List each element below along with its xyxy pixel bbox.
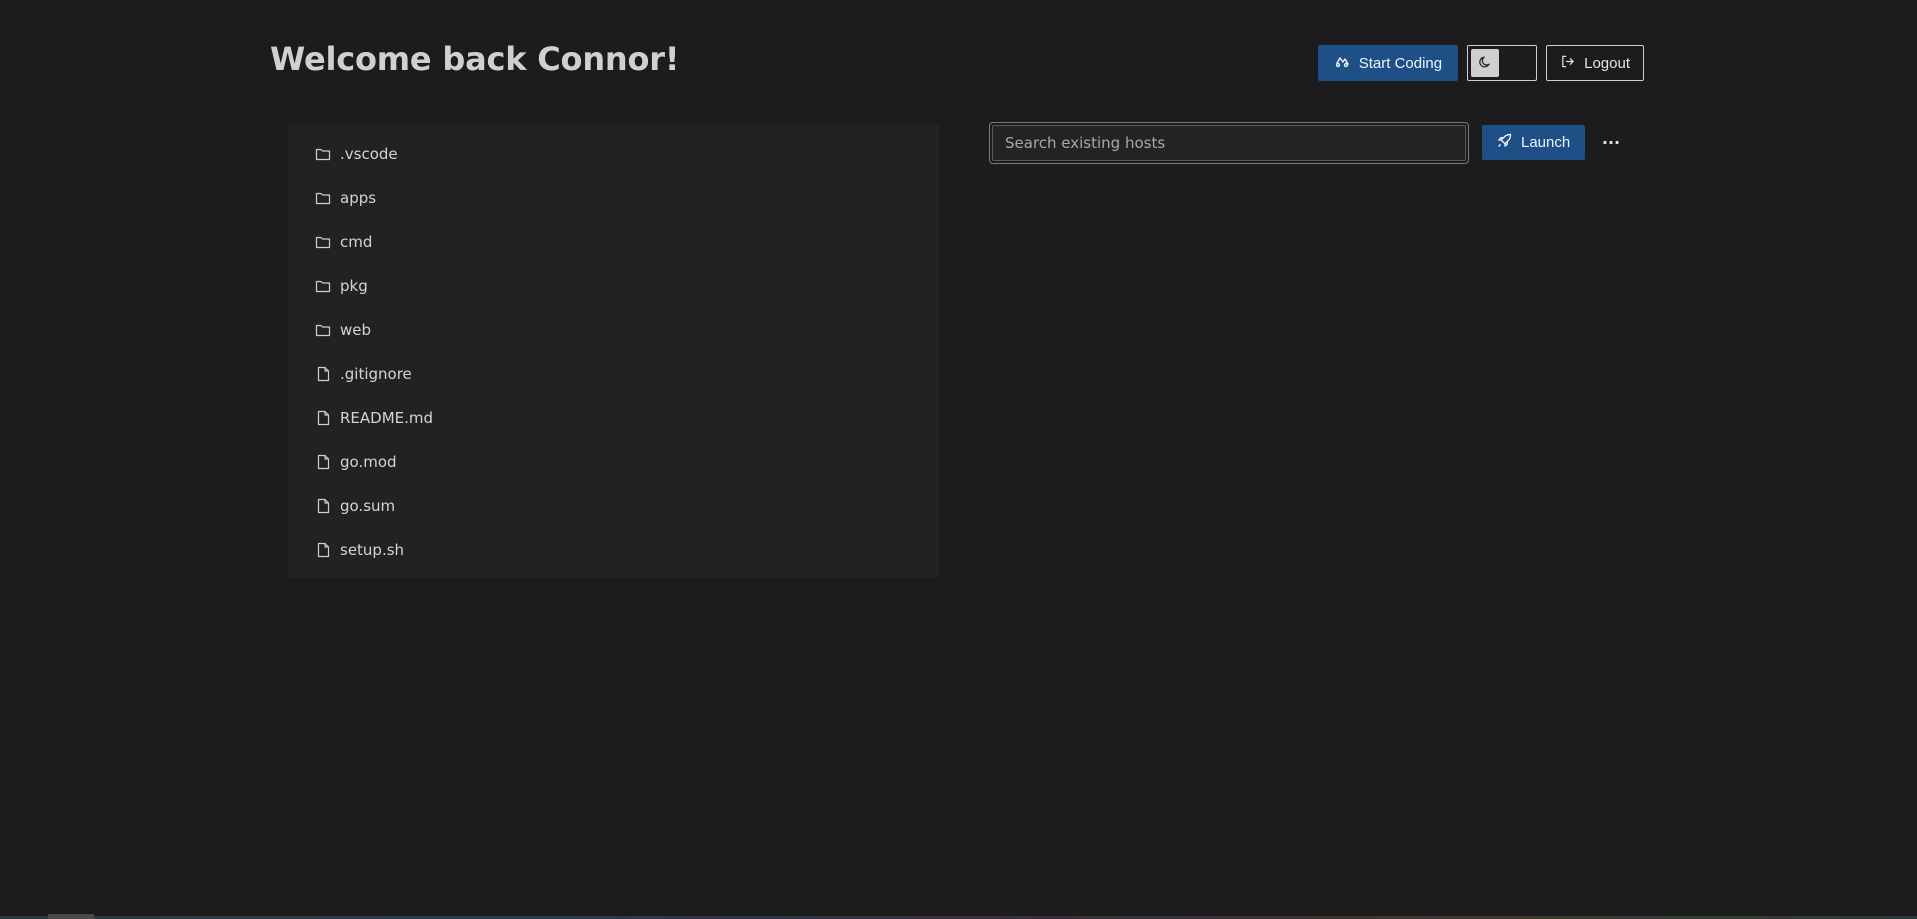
file-explorer: .vscode apps cmd pkg web .gitignore README.md g…: [288, 125, 939, 578]
file-name: .vscode: [340, 145, 398, 163]
file-row[interactable]: cmd: [288, 220, 939, 264]
file-name: README.md: [340, 409, 434, 427]
file-name: go.sum: [340, 497, 396, 515]
file-icon: [315, 366, 331, 382]
file-icon: [315, 498, 331, 514]
folder-icon: [315, 234, 331, 250]
file-row[interactable]: apps: [288, 176, 939, 220]
file-icon: [315, 542, 331, 558]
file-row[interactable]: pkg: [288, 264, 939, 308]
file-row[interactable]: go.sum: [288, 484, 939, 528]
code-hand-icon: [1334, 53, 1350, 73]
folder-icon: [315, 190, 331, 206]
moon-icon: [1478, 54, 1492, 73]
theme-toggle[interactable]: [1467, 45, 1538, 81]
theme-toggle-knob: [1471, 49, 1500, 77]
rocket-icon: [1497, 133, 1512, 152]
file-icon: [315, 454, 331, 470]
folder-icon: [315, 322, 331, 338]
launch-label: Launch: [1521, 134, 1571, 151]
file-name: setup.sh: [340, 541, 405, 559]
file-name: pkg: [340, 277, 368, 295]
host-search-wrapper: [989, 122, 1469, 164]
ellipsis-icon: ···: [1601, 133, 1621, 152]
start-coding-button[interactable]: Start Coding: [1317, 45, 1459, 81]
page-title: Welcome back Connor!: [270, 40, 680, 78]
header-actions: Start Coding Logout: [1317, 45, 1644, 81]
launch-button[interactable]: Launch: [1482, 125, 1586, 160]
file-name: .gitignore: [340, 365, 412, 383]
bottom-tab-indicator: [48, 914, 94, 919]
file-row[interactable]: README.md: [288, 396, 939, 440]
file-icon: [315, 410, 331, 426]
more-options-button[interactable]: ···: [1596, 125, 1626, 160]
folder-icon: [315, 146, 331, 162]
file-row[interactable]: go.mod: [288, 440, 939, 484]
file-row[interactable]: .gitignore: [288, 352, 939, 396]
logout-button[interactable]: Logout: [1546, 45, 1644, 81]
logout-icon: [1560, 54, 1575, 73]
host-search-input[interactable]: [992, 125, 1466, 161]
file-name: cmd: [340, 233, 373, 251]
file-name: go.mod: [340, 453, 397, 471]
file-row[interactable]: setup.sh: [288, 528, 939, 572]
dashboard-page: Welcome back Connor! Start Coding Logout…: [0, 0, 1917, 919]
file-name: web: [340, 321, 372, 339]
folder-icon: [315, 278, 331, 294]
file-row[interactable]: web: [288, 308, 939, 352]
logout-label: Logout: [1584, 54, 1630, 72]
start-coding-label: Start Coding: [1358, 54, 1443, 72]
file-name: apps: [340, 189, 377, 207]
file-row[interactable]: .vscode: [288, 132, 939, 176]
